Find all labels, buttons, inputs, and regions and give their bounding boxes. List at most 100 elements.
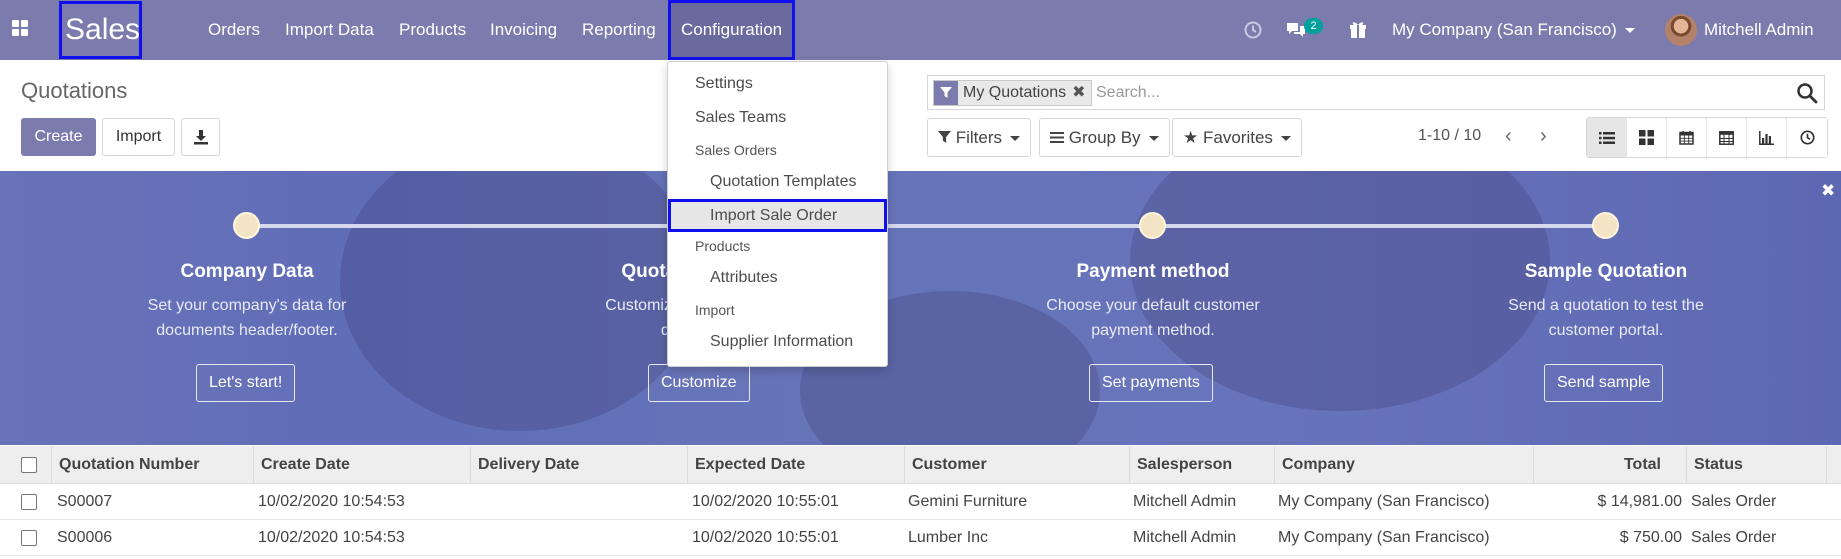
cell-quotation-number: S00006 xyxy=(57,529,113,546)
select-all-checkbox[interactable] xyxy=(21,457,37,473)
cell-salesperson: Mitchell Admin xyxy=(1133,529,1237,546)
group-by-button[interactable]: Group By xyxy=(1039,118,1170,157)
column-header-company[interactable]: Company xyxy=(1275,446,1534,484)
step-desc-line: Choose your default customer xyxy=(1046,297,1260,314)
graph-view-icon[interactable] xyxy=(1747,118,1787,157)
column-header-expected-date[interactable]: Expected Date xyxy=(688,446,905,484)
row-checkbox[interactable] xyxy=(21,494,37,510)
filters-button[interactable]: Filters xyxy=(927,118,1032,157)
step-desc-line: Send a quotation to test the xyxy=(1508,297,1704,314)
menu-item-settings[interactable]: Settings xyxy=(668,75,887,93)
cell-create-date: 10/02/2020 10:54:53 xyxy=(258,493,405,510)
cell-status: Sales Order xyxy=(1691,493,1777,510)
company-name: My Company (San Francisco) xyxy=(1392,20,1617,39)
column-header-quotation-number[interactable]: Quotation Number xyxy=(51,446,254,484)
apps-grid-icon[interactable] xyxy=(12,20,30,38)
list-view-icon[interactable] xyxy=(1587,118,1627,157)
step-dot-payment-method xyxy=(1139,212,1166,239)
search-box: My Quotations ✖ xyxy=(927,75,1825,110)
column-header-status[interactable]: Status xyxy=(1687,446,1827,484)
menu-products[interactable]: Products xyxy=(399,0,466,60)
cell-expected-date: 10/02/2020 10:55:01 xyxy=(692,493,839,510)
pager-previous-icon[interactable]: ‹ xyxy=(1505,126,1512,146)
set-payments-button[interactable]: Set payments xyxy=(1089,364,1213,402)
column-header-delivery-date[interactable]: Delivery Date xyxy=(471,446,688,484)
menu-orders[interactable]: Orders xyxy=(208,0,260,60)
chevron-down-icon xyxy=(1624,28,1635,34)
menu-item-quotation-templates[interactable]: Quotation Templates xyxy=(668,173,887,191)
favorites-button[interactable]: ★ Favorites xyxy=(1172,118,1302,157)
step-desc-company-data: Set your company's data for documents he… xyxy=(117,293,377,343)
chevron-down-icon xyxy=(1148,136,1159,142)
cell-salesperson: Mitchell Admin xyxy=(1133,493,1237,510)
gift-icon[interactable] xyxy=(1348,20,1368,40)
search-facet: My Quotations ✖ xyxy=(933,80,1092,106)
filter-icon xyxy=(934,81,958,105)
menu-item-supplier-information[interactable]: Supplier Information xyxy=(668,333,887,351)
download-button[interactable] xyxy=(181,118,220,156)
table-row[interactable]: S00006 10/02/2020 10:54:53 10/02/2020 10… xyxy=(0,520,1841,556)
menu-item-attributes[interactable]: Attributes xyxy=(668,269,887,287)
menu-item-import-sale-order[interactable]: Import Sale Order xyxy=(668,199,887,232)
cell-total: $ 14,981.00 xyxy=(1597,493,1682,510)
menu-invoicing[interactable]: Invoicing xyxy=(490,0,557,60)
send-sample-button[interactable]: Send sample xyxy=(1544,364,1664,402)
cell-quotation-number: S00007 xyxy=(57,493,113,510)
menu-item-sales-teams[interactable]: Sales Teams xyxy=(668,109,887,127)
star-icon: ★ xyxy=(1183,128,1199,147)
step-title-sample-quotation: Sample Quotation xyxy=(1524,261,1688,282)
facet-remove-icon[interactable]: ✖ xyxy=(1070,81,1090,105)
import-button[interactable]: Import xyxy=(102,118,175,156)
search-icon[interactable] xyxy=(1796,82,1818,104)
pager-value[interactable]: 1-10 / 10 xyxy=(1418,127,1481,145)
bars-icon xyxy=(1050,128,1069,147)
step-desc-line: Set your company's data for xyxy=(147,297,347,314)
kanban-view-icon[interactable] xyxy=(1627,118,1667,157)
row-checkbox[interactable] xyxy=(21,530,37,546)
page-title: Quotations xyxy=(21,78,128,103)
step-desc-line: customer portal. xyxy=(1548,322,1664,339)
table-row[interactable]: S00007 10/02/2020 10:54:53 10/02/2020 10… xyxy=(0,484,1841,520)
cell-company: My Company (San Francisco) xyxy=(1278,529,1490,546)
customize-button[interactable]: Customize xyxy=(648,364,750,402)
create-button[interactable]: Create xyxy=(21,118,96,156)
app-brand-sales[interactable]: Sales xyxy=(59,1,142,59)
filter-icon xyxy=(938,128,956,147)
lets-start-button[interactable]: Let's start! xyxy=(196,364,296,402)
step-dot-sample-quotation xyxy=(1592,212,1619,239)
company-switcher[interactable]: My Company (San Francisco) xyxy=(1392,0,1635,60)
view-switcher xyxy=(1586,117,1828,158)
step-title-company-data: Company Data xyxy=(180,261,314,282)
close-icon[interactable]: ✖ xyxy=(1821,181,1835,201)
chevron-down-icon xyxy=(1280,136,1291,142)
column-header-salesperson[interactable]: Salesperson xyxy=(1130,446,1275,484)
menu-configuration[interactable]: Configuration xyxy=(668,0,796,60)
menu-import-data[interactable]: Import Data xyxy=(285,0,374,60)
step-desc-line: payment method. xyxy=(1091,322,1215,339)
configuration-dropdown: Settings Sales Teams Sales Orders Quotat… xyxy=(667,61,888,367)
cell-customer: Lumber Inc xyxy=(908,529,989,546)
facet-label: My Quotations xyxy=(963,84,1067,101)
column-header-create-date[interactable]: Create Date xyxy=(254,446,471,484)
onboarding-banner: Company Data Set your company's data for… xyxy=(0,171,1841,445)
column-header-total[interactable]: Total xyxy=(1534,446,1687,484)
step-dot-company-data xyxy=(233,212,260,239)
menu-header-products: Products xyxy=(695,238,751,254)
menu-reporting[interactable]: Reporting xyxy=(582,0,656,60)
activity-view-icon[interactable] xyxy=(1787,118,1827,157)
column-header-customer[interactable]: Customer xyxy=(905,446,1130,484)
clock-icon[interactable] xyxy=(1243,20,1263,40)
user-menu[interactable]: Mitchell Admin xyxy=(1704,0,1814,60)
download-icon xyxy=(193,130,208,145)
favorites-label: Favorites xyxy=(1202,128,1273,147)
top-navbar: Sales Orders Import Data Products Invoic… xyxy=(0,0,1841,60)
messages-count-badge: 2 xyxy=(1304,18,1323,34)
progress-line xyxy=(246,224,1606,228)
search-input[interactable] xyxy=(1096,80,1736,106)
pager-next-icon[interactable]: › xyxy=(1540,126,1547,146)
calendar-view-icon[interactable] xyxy=(1667,118,1707,157)
avatar[interactable] xyxy=(1665,14,1697,46)
pivot-view-icon[interactable] xyxy=(1707,118,1747,157)
group-by-label: Group By xyxy=(1068,128,1141,147)
cell-expected-date: 10/02/2020 10:55:01 xyxy=(692,529,839,546)
